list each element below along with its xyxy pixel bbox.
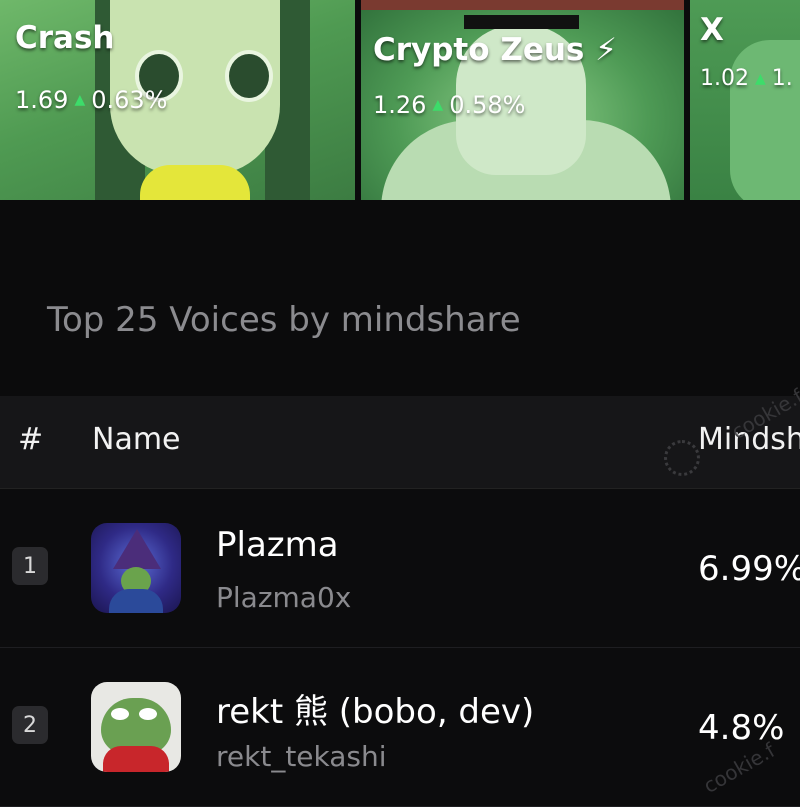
mindshare-table: # Name Mindsh cookie.f 1 Plazma Plazma0x…	[0, 384, 800, 807]
tile-crash[interactable]: Crash 1.69 ▲ 0.63%	[0, 0, 355, 200]
voice-name[interactable]: Plazma	[216, 525, 339, 565]
tile-top-band	[361, 0, 684, 10]
rank-badge: 1	[12, 547, 48, 585]
mindshare-value: 6.99%	[698, 549, 800, 589]
tile-name: X	[700, 12, 724, 48]
tile-value: 1.69	[15, 86, 69, 114]
tile-name: Crash	[15, 20, 115, 56]
header-name[interactable]: Name	[92, 422, 181, 457]
shirt-shape	[103, 746, 169, 772]
trend-up-icon: ▲	[754, 70, 766, 87]
mindshare-value: 4.8%	[698, 708, 785, 748]
voice-handle[interactable]: rekt_tekashi	[216, 740, 387, 773]
sunglasses-icon	[464, 15, 579, 29]
table-row[interactable]: 1 Plazma Plazma0x 6.99%	[0, 489, 800, 648]
tile-change: 0.58%	[449, 91, 526, 119]
tile-value: 1.02	[700, 66, 749, 91]
tile-stats: 1.69 ▲ 0.63%	[15, 86, 167, 114]
section-title: Top 25 Voices by mindshare	[47, 300, 521, 340]
top-voices-carousel: Crash 1.69 ▲ 0.63% Crypto Zeus ⚡ 1.26 ▲ …	[0, 0, 800, 200]
header-rank[interactable]: #	[18, 422, 43, 457]
rank-badge: 2	[12, 706, 48, 744]
tile-crypto-zeus[interactable]: Crypto Zeus ⚡ 1.26 ▲ 0.58%	[361, 0, 684, 200]
eye-shape	[225, 50, 273, 102]
wizard-hat-shape	[113, 529, 161, 569]
eye-shape	[111, 708, 129, 720]
table-header: # Name Mindsh cookie.f	[0, 384, 800, 489]
tile-stats: 1.26 ▲ 0.58%	[373, 91, 525, 119]
table-row[interactable]: 2 rekt 熊 (bobo, dev) rekt_tekashi 4.8% c…	[0, 648, 800, 807]
avatar	[91, 523, 181, 613]
trend-up-icon: ▲	[74, 92, 86, 108]
voice-handle[interactable]: Plazma0x	[216, 581, 351, 614]
robe-shape	[109, 589, 163, 613]
watermark-icon	[664, 440, 700, 476]
tile-value: 1.26	[373, 91, 427, 119]
trend-up-icon: ▲	[432, 97, 444, 113]
eye-shape	[139, 708, 157, 720]
tile-stats: 1.02 ▲ 1.	[700, 66, 793, 91]
tile-x[interactable]: X 1.02 ▲ 1.	[690, 0, 800, 200]
avatar-illustration	[730, 40, 800, 200]
tile-change: 1.	[771, 66, 793, 91]
avatar	[91, 682, 181, 772]
voice-name[interactable]: rekt 熊 (bobo, dev)	[216, 684, 534, 733]
shirt-shape	[140, 165, 250, 200]
tile-name: Crypto Zeus ⚡	[373, 32, 617, 68]
tile-change: 0.63%	[91, 86, 168, 114]
